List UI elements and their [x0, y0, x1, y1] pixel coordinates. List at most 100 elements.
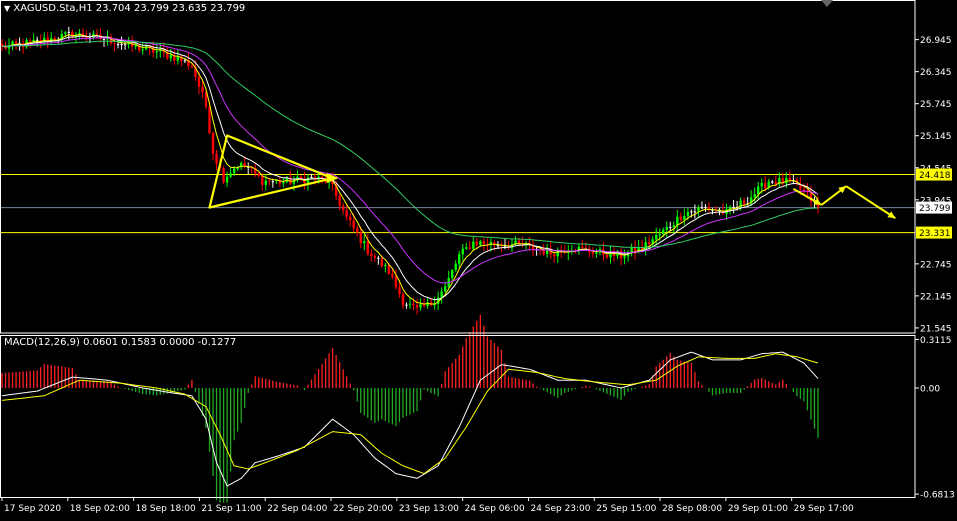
candle-body	[419, 304, 422, 308]
candle-body	[672, 225, 675, 228]
candle-body	[623, 256, 626, 258]
candle-body	[211, 132, 215, 154]
candle-body	[35, 39, 39, 41]
candle-body	[190, 66, 194, 68]
macd-info: MACD(12,26,9) 0.0601 0.1583 0.0000 -0.12…	[4, 337, 237, 348]
candle-body	[391, 273, 394, 277]
candle-body	[176, 56, 180, 61]
candle-body	[479, 241, 482, 245]
candle-body	[405, 304, 408, 306]
candle-body	[517, 240, 521, 244]
candle-body	[113, 43, 116, 45]
time-tick-label: 18 Sep 02:00	[70, 504, 130, 514]
candle-body	[169, 55, 173, 59]
candle-body	[401, 294, 405, 306]
candle-body	[760, 183, 763, 187]
price-chart-svg[interactable]: 26.94526.34525.74525.14524.54523.94522.7…	[0, 0, 957, 517]
candle-body	[679, 216, 683, 220]
candle-body	[669, 226, 672, 228]
candle-body	[215, 153, 218, 164]
candle-body	[465, 247, 468, 249]
candle-body	[732, 206, 735, 208]
candle-body	[665, 226, 668, 230]
candle-body	[155, 51, 158, 53]
candle-body	[458, 254, 461, 264]
price-tick-label: 21.545	[920, 324, 952, 334]
time-tick-label: 29 Sep 01:00	[728, 504, 788, 514]
scroll-corner-icon[interactable]	[821, 0, 833, 7]
time-tick-label: 22 Sep 04:00	[267, 504, 327, 514]
candle-body	[197, 76, 201, 87]
candle-body	[802, 189, 806, 191]
time-tick-label: 17 Sep 2020	[4, 504, 61, 514]
candle-body	[183, 60, 187, 62]
time-tick-label: 18 Sep 18:00	[136, 504, 196, 514]
candle-body	[95, 33, 99, 35]
candle-body	[605, 254, 609, 258]
candle-body	[461, 248, 464, 255]
candle-body	[408, 303, 412, 305]
candle-body	[704, 206, 707, 208]
candle-body	[257, 173, 260, 176]
candle-body	[14, 41, 18, 44]
candle-body	[345, 210, 348, 217]
candle-body	[451, 270, 454, 279]
candle-body	[377, 257, 380, 259]
candle-body	[384, 264, 387, 267]
chart-window[interactable]: 26.94526.34525.74525.14524.54523.94522.7…	[0, 0, 957, 517]
price-tick-label: 22.745	[920, 260, 952, 270]
candle-body	[102, 38, 106, 40]
price-tag-label: 23.331	[919, 229, 951, 239]
triangle-down-icon[interactable]: ▼	[4, 4, 10, 13]
time-tick-label: 29 Sep 17:00	[794, 504, 854, 514]
price-tick-label: 26.945	[920, 36, 952, 46]
candle-body	[788, 177, 792, 181]
candle-body	[700, 207, 704, 209]
macd-tick-label: 0.3115	[920, 336, 952, 346]
price-tick-label: 25.145	[920, 132, 952, 142]
candle-body	[591, 252, 595, 254]
candle-body	[742, 200, 746, 204]
candle-body	[472, 241, 475, 249]
candle-body	[774, 182, 777, 185]
candle-body	[785, 177, 788, 184]
candle-body	[208, 106, 211, 133]
time-tick-label: 24 Sep 06:00	[465, 504, 525, 514]
time-tick-label: 22 Sep 20:00	[333, 504, 393, 514]
time-tick-label: 21 Sep 11:00	[201, 504, 261, 514]
candle-body	[363, 241, 366, 244]
macd-tick-label: 0.00	[920, 384, 940, 394]
candle-body	[28, 40, 32, 42]
candle-body	[225, 176, 229, 183]
candle-body	[690, 211, 693, 213]
candle-body	[359, 232, 362, 244]
candle-body	[662, 229, 665, 235]
candle-body	[647, 242, 651, 245]
candle-body	[366, 241, 369, 254]
candle-body	[412, 303, 415, 305]
candle-body	[229, 173, 232, 177]
candle-body	[352, 220, 355, 229]
price-tick-label: 22.145	[920, 292, 952, 302]
macd-header: MACD(12,26,9) 0.0601 0.1583 0.0000 -0.12…	[4, 337, 236, 349]
candle-body	[264, 180, 267, 185]
price-tick-label: 26.345	[920, 68, 952, 78]
candle-body	[373, 255, 377, 258]
candle-body	[454, 263, 457, 271]
symbol-header[interactable]: ▼ XAGUSD.Sta,H1 23.704 23.799 23.635 23.…	[4, 3, 245, 15]
candle-body	[753, 194, 756, 198]
candle-body	[482, 241, 486, 244]
time-tick-label: 24 Sep 23:00	[530, 504, 590, 514]
candle-body	[370, 253, 373, 256]
candle-body	[232, 168, 236, 174]
candle-body	[310, 176, 313, 178]
candle-body	[764, 183, 767, 188]
candle-body	[542, 250, 545, 255]
candle-body	[697, 207, 700, 212]
candle-body	[655, 234, 658, 240]
time-tick-label: 25 Sep 15:00	[596, 504, 656, 514]
candle-body	[222, 167, 225, 183]
candle-body	[380, 258, 384, 267]
candle-body	[64, 32, 67, 34]
candle-body	[271, 181, 275, 183]
